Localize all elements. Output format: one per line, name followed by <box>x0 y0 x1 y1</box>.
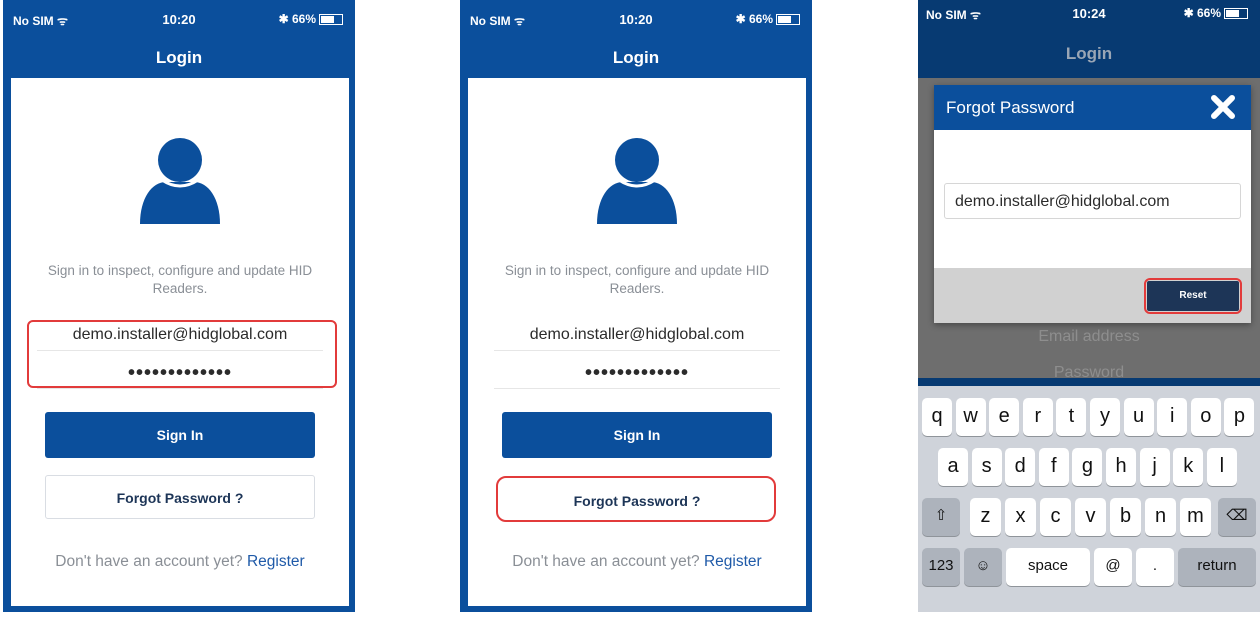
forgot-password-button[interactable]: Forgot Password ? <box>45 475 315 519</box>
key-y[interactable]: y <box>1090 398 1120 436</box>
key-g[interactable]: g <box>1072 448 1103 486</box>
key-q[interactable]: q <box>922 398 952 436</box>
nav-title: Login <box>612 48 660 67</box>
battery-indicator: ✱ 66% <box>279 12 343 26</box>
email-field[interactable]: demo.installer@hidglobal.com <box>494 320 780 351</box>
key-k[interactable]: k <box>1173 448 1204 486</box>
key-i[interactable]: i <box>1157 398 1188 436</box>
battery-icon <box>319 14 343 26</box>
emoji-key[interactable]: ☺ <box>964 548 1002 586</box>
register-link[interactable]: Register <box>247 553 305 570</box>
forgot-password-highlight <box>496 476 776 522</box>
key-u[interactable]: u <box>1123 398 1154 436</box>
login-panel: Sign in to inspect, configure and update… <box>11 78 349 606</box>
nav-title: Login <box>1065 44 1113 63</box>
email-placeholder: Email address <box>1038 328 1140 345</box>
status-bar: No SIM ᯤ 10:20 ✱ 66% <box>3 0 355 30</box>
battery-indicator: ✱ 66% <box>1184 6 1248 20</box>
key-c[interactable]: c <box>1040 498 1071 536</box>
register-prompt: Don't have an account yet? Register <box>11 553 349 571</box>
battery-indicator: ✱ 66% <box>736 12 800 26</box>
dialog-footer: Reset <box>934 268 1251 323</box>
key-x[interactable]: x <box>1005 498 1036 536</box>
key-e[interactable]: e <box>989 398 1020 436</box>
user-avatar-icon <box>140 138 220 224</box>
dot-key[interactable]: . <box>1136 548 1174 586</box>
register-prompt: Don't have an account yet? Register <box>468 553 806 571</box>
at-key[interactable]: @ <box>1094 548 1132 586</box>
password-field[interactable]: ••••••••••••• <box>494 358 780 389</box>
battery-icon <box>776 14 800 26</box>
return-key[interactable]: return <box>1178 548 1256 586</box>
status-bar: No SIM ᯤ 10:20 ✱ 66% <box>460 0 812 30</box>
key-v[interactable]: v <box>1075 498 1106 536</box>
register-prompt-text: Don't have an account yet? <box>55 553 243 570</box>
dialog-title: Forgot Password <box>946 98 1075 117</box>
key-d[interactable]: d <box>1005 448 1036 486</box>
sign-in-button[interactable]: Sign In <box>502 412 772 458</box>
backspace-key[interactable]: ⌫ <box>1218 498 1256 536</box>
phone-screen-forgot-highlight: No SIM ᯤ 10:20 ✱ 66% Login Sign in to in… <box>460 0 812 612</box>
key-b[interactable]: b <box>1110 498 1141 536</box>
dialog-header: Forgot Password <box>934 85 1251 130</box>
space-key[interactable]: space <box>1006 548 1090 586</box>
user-avatar-icon <box>597 138 677 224</box>
register-link[interactable]: Register <box>704 553 762 570</box>
phone-screen-forgot-modal: No SIM ᯤ 10:24 ✱ 66% Login Email address… <box>918 0 1260 612</box>
key-s[interactable]: s <box>971 448 1002 486</box>
key-t[interactable]: t <box>1056 398 1087 436</box>
battery-icon <box>1224 8 1248 20</box>
key-o[interactable]: o <box>1190 398 1221 436</box>
key-n[interactable]: n <box>1145 498 1176 536</box>
numbers-key[interactable]: 123 <box>922 548 960 586</box>
key-z[interactable]: z <box>970 498 1001 536</box>
shift-key[interactable]: ⇧ <box>922 498 960 536</box>
onscreen-keyboard: qwertyuiop asdfghjkl ⇧ ⌫ zxcvbnm 123 ☺ s… <box>918 386 1260 612</box>
key-r[interactable]: r <box>1022 398 1053 436</box>
nav-title: Login <box>155 48 203 67</box>
key-m[interactable]: m <box>1180 498 1211 536</box>
key-f[interactable]: f <box>1038 448 1069 486</box>
sign-in-description: Sign in to inspect, configure and update… <box>504 263 770 296</box>
key-p[interactable]: p <box>1224 398 1255 436</box>
phone-screen-login-credentials: No SIM ᯤ 10:20 ✱ 66% Login Sign in to in… <box>3 0 355 612</box>
register-prompt-text: Don't have an account yet? <box>512 553 700 570</box>
login-panel: Sign in to inspect, configure and update… <box>468 78 806 606</box>
password-placeholder: Password <box>1053 364 1125 381</box>
reset-highlight <box>1144 278 1242 314</box>
reset-email-input[interactable]: demo.installer@hidglobal.com <box>944 183 1241 219</box>
key-a[interactable]: a <box>938 448 968 486</box>
sign-in-description: Sign in to inspect, configure and update… <box>47 263 313 296</box>
sign-in-button[interactable]: Sign In <box>45 412 315 458</box>
status-bar: No SIM ᯤ 10:24 ✱ 66% <box>918 0 1260 30</box>
key-j[interactable]: j <box>1139 448 1170 486</box>
key-h[interactable]: h <box>1106 448 1136 486</box>
key-w[interactable]: w <box>955 398 986 436</box>
close-icon[interactable] <box>1209 93 1237 121</box>
credentials-highlight <box>27 320 337 388</box>
key-l[interactable]: l <box>1206 448 1237 486</box>
forgot-password-dialog: Forgot Password demo.installer@hidglobal… <box>934 85 1251 323</box>
